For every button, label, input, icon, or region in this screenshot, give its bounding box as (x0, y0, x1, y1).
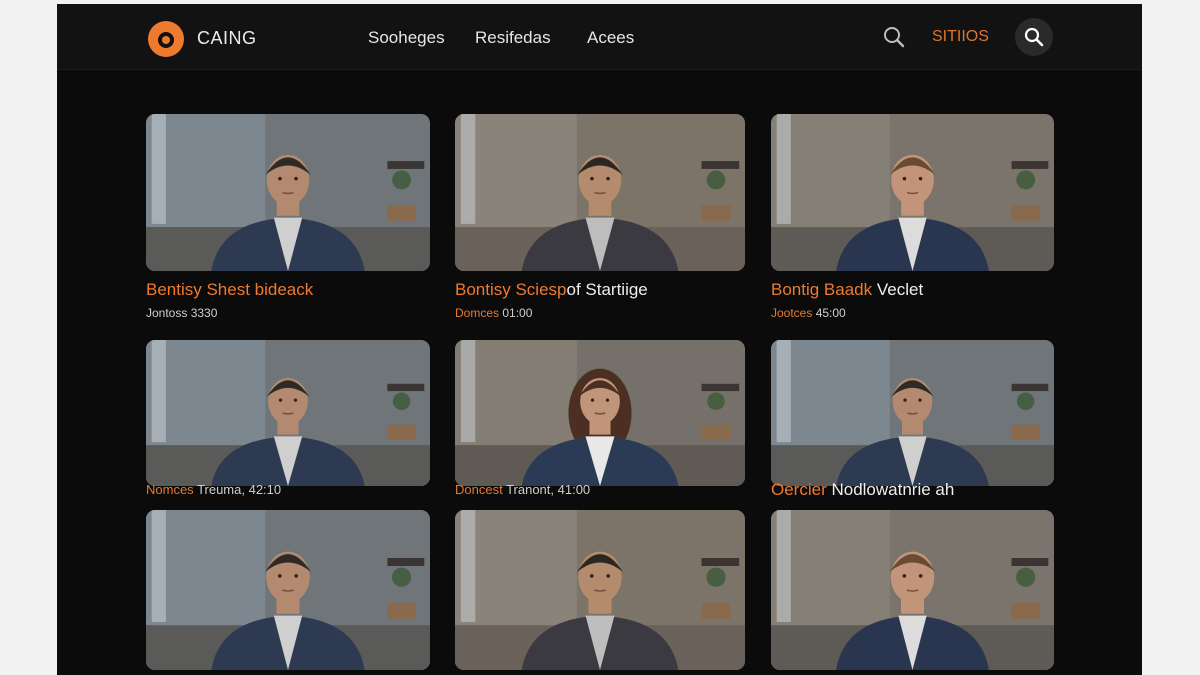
search-icon[interactable] (881, 24, 907, 50)
video-meta: Domces 01:00 (455, 306, 532, 320)
video-thumbnail-image (146, 340, 430, 486)
brand-name: CAING (197, 28, 257, 48)
video-thumbnail[interactable] (146, 510, 430, 670)
video-thumbnail[interactable] (455, 114, 745, 271)
video-title[interactable]: Bontig Baadk Veclet (771, 280, 923, 300)
video-thumbnail-image (771, 510, 1054, 670)
video-thumbnail-image (455, 510, 745, 670)
video-meta-duration: Tranont, 41:00 (502, 482, 591, 497)
search-button[interactable] (1015, 18, 1053, 56)
video-meta-channel: Jootces (771, 306, 813, 320)
video-thumbnail-image (771, 114, 1054, 271)
video-title[interactable]: Bontisy Sciespof Startiige (455, 280, 648, 300)
video-meta-channel: Nomces (146, 482, 194, 497)
video-meta: Nomces Treuma, 42:10 (146, 482, 281, 497)
video-thumbnail[interactable] (455, 340, 745, 486)
video-thumbnail[interactable] (455, 510, 745, 670)
video-thumbnail[interactable] (771, 510, 1054, 670)
video-thumbnail[interactable] (146, 340, 430, 486)
video-thumbnail-image (146, 510, 430, 670)
video-thumbnail[interactable] (771, 114, 1054, 271)
search-icon (1024, 27, 1044, 47)
sign-in-link[interactable]: SITIIOS (932, 28, 989, 46)
video-title[interactable]: Bentisy Shest bideack (146, 280, 313, 300)
video-title-text: of Startiige (566, 280, 648, 299)
video-meta-duration: 01:00 (499, 306, 533, 320)
video-title-accent: Bontig Baadk (771, 280, 873, 299)
nav-item-3[interactable]: Acees (587, 28, 634, 48)
video-title-accent: Bontisy Sciesp (455, 280, 567, 299)
video-thumbnail-image (455, 340, 745, 486)
video-meta-duration: Treuma, 42:10 (193, 482, 282, 497)
video-thumbnail-image (771, 340, 1054, 486)
video-meta: Doncest Tranont, 41:00 (455, 482, 590, 497)
video-thumbnail-image (455, 114, 745, 271)
video-meta: Jootces 45:00 (771, 306, 846, 320)
video-meta: Jontoss 3330 (146, 306, 217, 320)
logo-icon[interactable] (145, 18, 187, 58)
video-title-accent: Oercier (771, 480, 827, 499)
video-meta-duration: Jontoss 3330 (146, 306, 218, 320)
top-navigation-bar: CAING Sooheges Resifedas Acees SITIIOS (57, 4, 1142, 70)
video-thumbnail[interactable] (771, 340, 1054, 486)
video-meta-channel: Doncest (455, 482, 503, 497)
video-title-text: Veclet (872, 280, 924, 299)
nav-item-1[interactable]: Sooheges (368, 28, 445, 48)
video-title[interactable]: Oercier Nodlowatnrie ah (771, 480, 954, 500)
video-title-accent: Bentisy Shest bideack (146, 280, 314, 299)
video-meta-channel: Domces (455, 306, 500, 320)
video-thumbnail-image (146, 114, 430, 271)
video-title-text: Nodlowatnrie ah (826, 480, 955, 499)
video-meta-duration: 45:00 (812, 306, 846, 320)
video-thumbnail[interactable] (146, 114, 430, 271)
nav-item-2[interactable]: Resifedas (475, 28, 551, 48)
app-window: CAING Sooheges Resifedas Acees SITIIOS B… (57, 4, 1142, 675)
